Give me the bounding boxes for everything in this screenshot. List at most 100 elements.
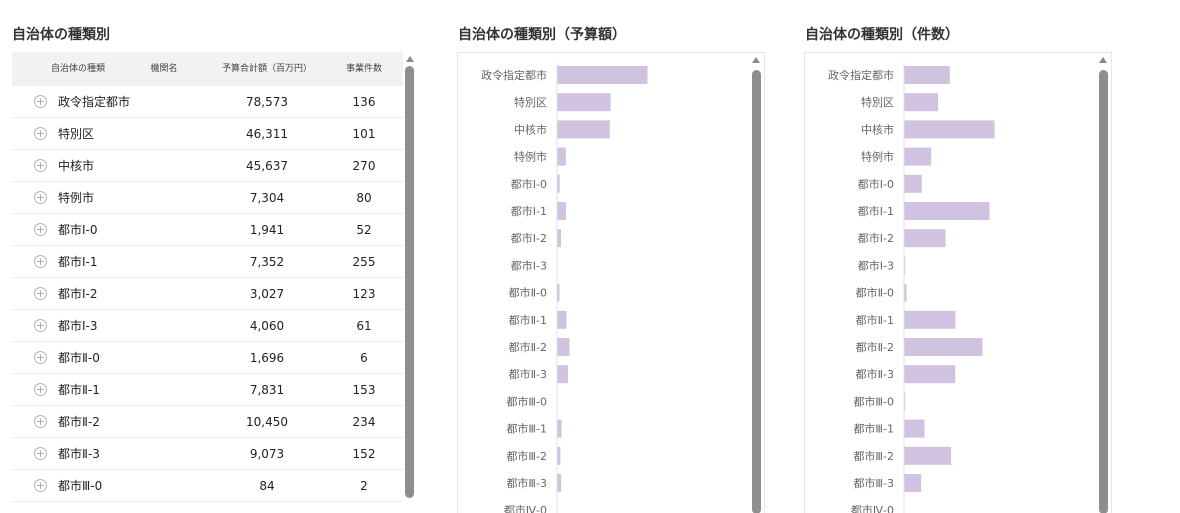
count-bar[interactable]: [904, 202, 990, 220]
table-row[interactable]: + 都市Ⅱ-3 9,073 152: [12, 438, 403, 470]
row-budget: 10,450: [246, 415, 288, 429]
expand-plus-icon[interactable]: +: [34, 255, 47, 268]
expand-plus-icon[interactable]: +: [34, 127, 47, 140]
row-budget: 46,311: [246, 127, 288, 141]
count-bar[interactable]: [904, 283, 907, 302]
budget-bar[interactable]: [557, 93, 611, 112]
budget-category-label: 都市Ⅲ-1: [506, 422, 547, 436]
budget-chart-scrollbar-thumb[interactable]: [752, 70, 761, 513]
count-bar[interactable]: [904, 446, 952, 465]
budget-category-label: 特例市: [514, 150, 547, 164]
expand-plus-icon[interactable]: +: [34, 95, 47, 108]
budget-bar[interactable]: [557, 66, 648, 84]
header-type[interactable]: 自治体の種類: [26, 52, 130, 86]
row-type-name: 都市Ⅱ-0: [58, 351, 100, 365]
table-row[interactable]: + 都市Ⅰ-2 3,027 123: [12, 278, 403, 310]
count-bar[interactable]: [904, 338, 983, 356]
header-count[interactable]: 事業件数: [332, 52, 396, 86]
count-category-label: 都市Ⅳ-0: [851, 503, 894, 513]
count-bar[interactable]: [904, 419, 925, 438]
row-count: 153: [352, 383, 376, 397]
budget-bar[interactable]: [557, 365, 568, 384]
count-category-label: 都市Ⅱ-0: [856, 286, 894, 300]
budget-bar[interactable]: [557, 147, 566, 166]
header-budget[interactable]: 予算合計額（百万円）: [208, 52, 326, 86]
count-bar[interactable]: [904, 66, 950, 84]
budget-bar[interactable]: [557, 474, 562, 492]
count-bar[interactable]: [904, 229, 946, 248]
count-bar[interactable]: [904, 256, 906, 275]
table-row[interactable]: + 特別区 46,311 101: [12, 118, 403, 150]
row-budget: 7,304: [249, 191, 285, 205]
expand-plus-icon[interactable]: +: [34, 479, 47, 492]
budget-category-label: 都市Ⅰ-0: [511, 177, 547, 191]
budget-bar[interactable]: [557, 338, 570, 356]
table-row[interactable]: + 都市Ⅰ-1 7,352 255: [12, 246, 403, 278]
count-category-label: 都市Ⅲ-1: [853, 422, 894, 436]
table-row[interactable]: + 政令指定都市 78,573 136: [12, 86, 403, 118]
expand-plus-icon[interactable]: +: [34, 351, 47, 364]
budget-bar[interactable]: [557, 446, 561, 465]
table-body: + 政令指定都市 78,573 136 + 特別区 46,311 101 + 中核市 45,637 2…: [12, 86, 403, 502]
table-scrollbar-thumb[interactable]: [405, 66, 414, 498]
row-type-name: 都市Ⅰ-3: [58, 319, 98, 333]
expand-plus-icon[interactable]: +: [34, 159, 47, 172]
budget-category-label: 都市Ⅱ-0: [509, 286, 547, 300]
count-bar[interactable]: [904, 147, 932, 166]
budget-chart-title: 自治体の種類別（予算額）: [458, 27, 626, 43]
expand-plus-icon[interactable]: +: [34, 319, 47, 332]
budget-category-label: 都市Ⅰ-3: [511, 258, 547, 272]
budget-category-label: 都市Ⅱ-1: [509, 313, 547, 327]
count-bar[interactable]: [904, 174, 922, 193]
count-scroll-up-arrow-icon[interactable]: [1099, 57, 1107, 63]
table-row[interactable]: + 都市Ⅱ-1 7,831 153: [12, 374, 403, 406]
expand-plus-icon[interactable]: +: [34, 415, 47, 428]
row-budget: 1,696: [249, 351, 285, 365]
scroll-up-arrow-icon[interactable]: [406, 56, 414, 62]
budget-bar[interactable]: [557, 202, 566, 220]
table-row[interactable]: + 都市Ⅱ-2 10,450 234: [12, 406, 403, 438]
budget-bar[interactable]: [557, 310, 567, 329]
row-count: 270: [352, 159, 376, 173]
budget-bar[interactable]: [557, 283, 560, 302]
count-category-label: 政令指定都市: [828, 68, 894, 82]
row-count: 2: [360, 479, 368, 493]
budget-bar[interactable]: [557, 174, 560, 193]
table-row[interactable]: + 都市Ⅰ-0 1,941 52: [12, 214, 403, 246]
table-row[interactable]: + 都市Ⅲ-0 84 2: [12, 470, 403, 502]
expand-plus-icon[interactable]: +: [34, 383, 47, 396]
budget-bar[interactable]: [557, 229, 561, 248]
count-category-label: 都市Ⅱ-1: [856, 313, 894, 327]
row-count: 152: [352, 447, 376, 461]
count-bar[interactable]: [904, 93, 939, 112]
count-bar[interactable]: [904, 365, 956, 384]
count-category-label: 特例市: [861, 150, 894, 164]
row-type-name: 都市Ⅲ-0: [58, 479, 103, 493]
expand-plus-icon[interactable]: +: [34, 287, 47, 300]
budget-bar[interactable]: [557, 120, 610, 139]
count-category-label: 都市Ⅰ-1: [858, 204, 894, 218]
budget-category-label: 中核市: [514, 122, 547, 136]
expand-plus-icon[interactable]: +: [34, 447, 47, 460]
header-agency[interactable]: 機関名: [134, 52, 194, 86]
count-category-label: 都市Ⅱ-3: [856, 367, 894, 381]
budget-bar[interactable]: [557, 419, 562, 438]
count-bar[interactable]: [904, 474, 922, 492]
count-bar[interactable]: [904, 120, 995, 139]
table-row[interactable]: + 中核市 45,637 270: [12, 150, 403, 182]
expand-plus-icon[interactable]: +: [34, 191, 47, 204]
table-row[interactable]: + 都市Ⅰ-3 4,060 61: [12, 310, 403, 342]
count-chart-scrollbar-thumb[interactable]: [1099, 70, 1108, 513]
count-bar[interactable]: [904, 392, 906, 411]
budget-category-label: 特別区: [514, 95, 547, 109]
row-count: 234: [352, 415, 376, 429]
count-category-label: 中核市: [861, 122, 894, 136]
budget-category-label: 政令指定都市: [481, 68, 547, 82]
row-budget: 9,073: [249, 447, 285, 461]
table-row[interactable]: + 特例市 7,304 80: [12, 182, 403, 214]
budget-scroll-up-arrow-icon[interactable]: [752, 57, 760, 63]
count-bar[interactable]: [904, 310, 956, 329]
expand-plus-icon[interactable]: +: [34, 223, 47, 236]
row-type-name: 都市Ⅱ-3: [58, 447, 100, 461]
table-row[interactable]: + 都市Ⅱ-0 1,696 6: [12, 342, 403, 374]
